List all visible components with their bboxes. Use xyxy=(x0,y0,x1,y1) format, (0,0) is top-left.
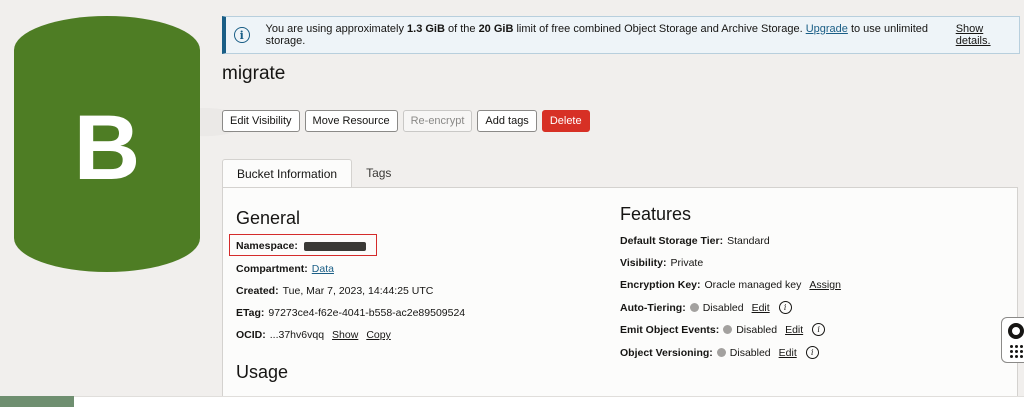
bottom-strip xyxy=(0,396,74,407)
storage-tier-label: Default Storage Tier: xyxy=(620,235,724,247)
status-dot-icon xyxy=(716,348,726,357)
emit-events-label: Emit Object Events: xyxy=(620,323,720,336)
tab-bar: Bucket Information Tags xyxy=(222,159,405,187)
visibility-value: Private xyxy=(670,257,704,269)
auto-tiering-edit-link[interactable]: Edit xyxy=(752,302,770,314)
compartment-row: Compartment: Data xyxy=(236,263,334,275)
emit-events-value: Disabled xyxy=(736,323,778,336)
versioning-edit-link[interactable]: Edit xyxy=(779,347,797,359)
bucket-letter: B xyxy=(73,97,141,199)
ocid-label: OCID: xyxy=(236,329,266,341)
compartment-link[interactable]: Data xyxy=(312,263,334,275)
storage-tier-row: Default Storage Tier: Standard xyxy=(620,235,770,247)
add-tags-button[interactable]: Add tags xyxy=(477,110,537,132)
created-row: Created: Tue, Mar 7, 2023, 14:44:25 UTC xyxy=(236,285,433,297)
status-dot-icon xyxy=(689,303,699,312)
emit-events-edit-link[interactable]: Edit xyxy=(785,324,803,336)
emit-events-row: Emit Object Events: Disabled Edit i xyxy=(620,323,826,336)
versioning-row: Object Versioning: Disabled Edit i xyxy=(620,346,819,359)
compartment-label: Compartment: xyxy=(236,263,308,275)
bottom-bar xyxy=(74,396,1024,407)
etag-row: ETag: 97273ce4-f62e-4041-b558-ac2e895095… xyxy=(236,307,465,319)
encryption-row: Encryption Key: Oracle managed key Assig… xyxy=(620,279,841,291)
banner-prefix: You are using approximately xyxy=(265,23,408,35)
versioning-label: Object Versioning: xyxy=(620,346,713,359)
banner-middle: of the xyxy=(444,23,479,35)
auto-tiering-value: Disabled xyxy=(702,301,744,314)
bucket-icon: B xyxy=(14,16,200,272)
status-dot-icon xyxy=(723,325,733,334)
edit-visibility-button[interactable]: Edit Visibility xyxy=(222,110,300,132)
encryption-assign-link[interactable]: Assign xyxy=(809,279,841,291)
namespace-label: Namespace: xyxy=(236,240,298,252)
usage-heading: Usage xyxy=(236,362,289,382)
move-resource-button[interactable]: Move Resource xyxy=(304,110,398,132)
banner-text: You are using approximately 1.3 GiB of t… xyxy=(266,23,948,47)
help-widget[interactable] xyxy=(1001,317,1024,363)
help-icon[interactable]: i xyxy=(778,301,792,314)
banner-limit: 20 GiB xyxy=(478,23,514,35)
banner-used: 1.3 GiB xyxy=(407,23,445,35)
lifebuoy-icon xyxy=(1008,323,1024,339)
help-icon[interactable]: i xyxy=(805,346,819,359)
general-heading: General xyxy=(236,208,301,228)
etag-value: 97273ce4-f62e-4041-b558-ac2e89509524 xyxy=(268,307,466,319)
encryption-value: Oracle managed key xyxy=(704,279,802,291)
auto-tiering-label: Auto-Tiering: xyxy=(620,301,686,314)
grid-icon xyxy=(1009,345,1023,358)
auto-tiering-row: Auto-Tiering: Disabled Edit i xyxy=(620,301,792,314)
page-title: migrate xyxy=(222,63,286,84)
ocid-show-link[interactable]: Show xyxy=(332,329,358,341)
tab-bucket-information[interactable]: Bucket Information xyxy=(222,159,353,187)
namespace-redacted xyxy=(303,241,366,251)
ocid-copy-link[interactable]: Copy xyxy=(366,329,391,341)
help-icon[interactable]: i xyxy=(812,323,826,336)
namespace-row: Namespace: xyxy=(236,240,366,252)
show-details-link[interactable]: Show details. xyxy=(956,23,1019,47)
action-bar: Edit Visibility Move Resource Re-encrypt… xyxy=(222,110,590,132)
upgrade-link[interactable]: Upgrade xyxy=(806,23,848,35)
versioning-value: Disabled xyxy=(729,346,771,359)
storage-info-banner: i You are using approximately 1.3 GiB of… xyxy=(222,16,1020,54)
visibility-label: Visibility: xyxy=(620,257,667,269)
ocid-value: ...37hv6vqq xyxy=(269,329,325,341)
re-encrypt-button[interactable]: Re-encrypt xyxy=(402,110,473,132)
features-heading: Features xyxy=(620,204,692,224)
created-value: Tue, Mar 7, 2023, 14:44:25 UTC xyxy=(282,285,434,297)
visibility-row: Visibility: Private xyxy=(620,257,703,269)
tab-tags[interactable]: Tags xyxy=(352,159,405,187)
ocid-row: OCID: ...37hv6vqq Show Copy xyxy=(236,329,391,341)
encryption-label: Encryption Key: xyxy=(620,279,701,291)
etag-label: ETag: xyxy=(236,307,265,319)
banner-suffix: limit of free combined Object Storage an… xyxy=(513,23,806,35)
storage-tier-value: Standard xyxy=(727,235,770,247)
info-icon: i xyxy=(234,27,250,43)
delete-button[interactable]: Delete xyxy=(541,110,590,132)
created-label: Created: xyxy=(236,285,279,297)
